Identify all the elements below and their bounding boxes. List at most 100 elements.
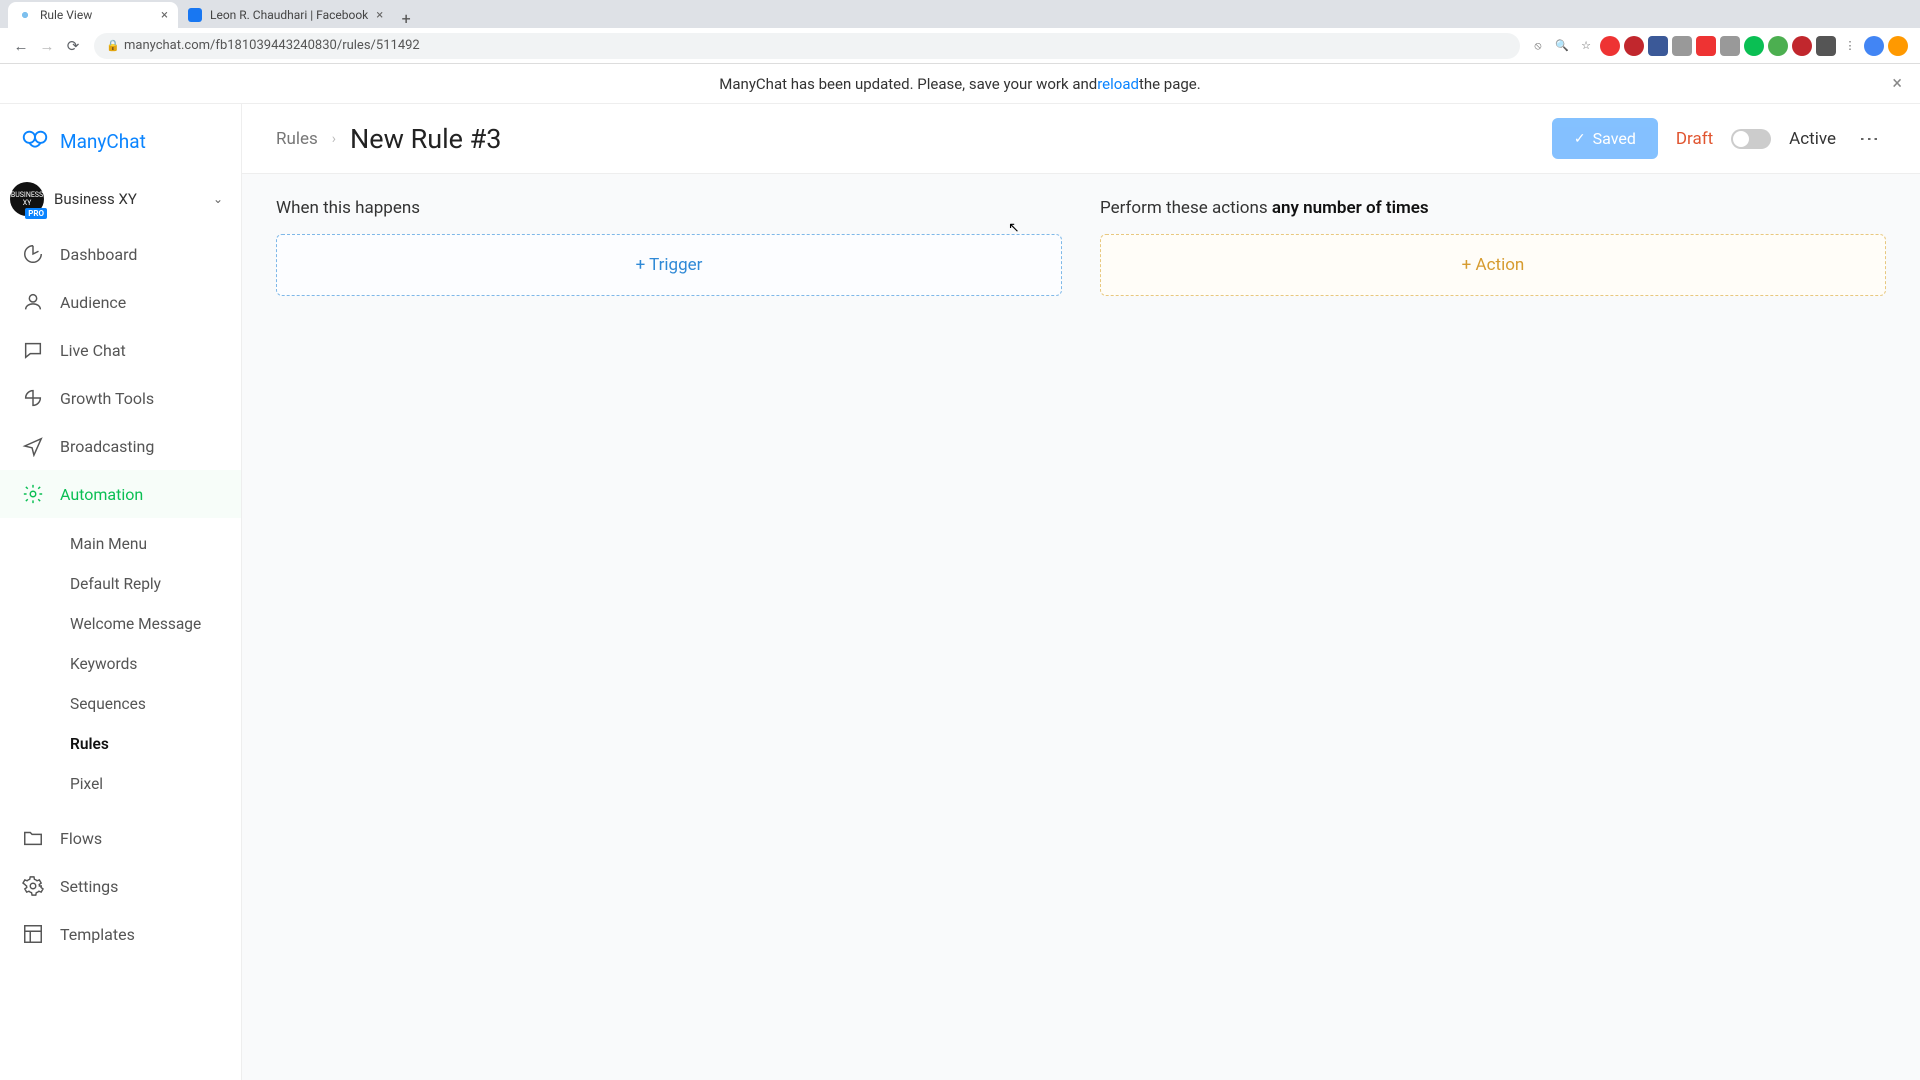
ext-icon[interactable] (1624, 36, 1644, 56)
trigger-header: When this happens (276, 198, 1062, 218)
sidebar-item-dashboard[interactable]: Dashboard (0, 230, 241, 278)
subnav-sequences[interactable]: Sequences (0, 684, 241, 724)
forward-icon: → (36, 35, 58, 57)
ext-icon[interactable] (1672, 36, 1692, 56)
subnav-keywords[interactable]: Keywords (0, 644, 241, 684)
saved-label: Saved (1593, 129, 1636, 148)
action-header: Perform these actions any number of time… (1100, 198, 1886, 218)
chat-icon (22, 339, 44, 361)
translate-icon[interactable]: ⦸ (1528, 36, 1548, 56)
sidebar-item-livechat[interactable]: Live Chat (0, 326, 241, 374)
star-icon[interactable]: ☆ (1576, 36, 1596, 56)
subnav-default-reply[interactable]: Default Reply (0, 564, 241, 604)
logo[interactable]: ManyChat (0, 116, 241, 174)
draft-active-toggle[interactable] (1731, 129, 1771, 149)
close-icon[interactable]: × (368, 8, 383, 23)
close-icon[interactable]: × (153, 8, 168, 23)
send-icon (22, 435, 44, 457)
sidebar-item-audience[interactable]: Audience (0, 278, 241, 326)
growth-icon (22, 387, 44, 409)
business-selector[interactable]: BUSINESS XY PRO Business XY ⌄ (0, 174, 241, 230)
add-trigger-button[interactable]: + Trigger (276, 234, 1062, 296)
facebook-favicon (188, 8, 202, 22)
business-avatar: BUSINESS XY PRO (10, 182, 44, 216)
manychat-logo-icon (20, 126, 50, 156)
ext-icon[interactable] (1720, 36, 1740, 56)
update-notification: ManyChat has been updated. Please, save … (0, 64, 1920, 104)
action-header-pre: Perform these actions (1100, 198, 1272, 218)
nav-label: Automation (60, 485, 143, 504)
kebab-icon[interactable]: ⋮ (1854, 129, 1886, 148)
sidebar-item-flows[interactable]: Flows (0, 814, 241, 862)
sidebar-item-templates[interactable]: Templates (0, 910, 241, 958)
check-icon: ✓ (1574, 131, 1586, 147)
lock-icon: 🔒 (106, 39, 118, 52)
business-name: Business XY (54, 190, 137, 208)
page-title[interactable]: New Rule #3 (350, 123, 501, 155)
url-input[interactable]: 🔒 manychat.com/fb181039443240830/rules/5… (94, 33, 1520, 59)
nav-label: Live Chat (60, 341, 126, 360)
browser-tab-inactive[interactable]: Leon R. Chaudhari | Facebook × (178, 2, 393, 28)
nav-label: Flows (60, 829, 102, 848)
action-column: Perform these actions any number of time… (1100, 198, 1886, 296)
ext-icon[interactable]: ⋮ (1840, 36, 1860, 56)
chevron-down-icon: ⌄ (213, 192, 223, 206)
main-content: Rules › New Rule #3 ✓ Saved Draft Active… (242, 104, 1920, 1080)
user-icon (22, 291, 44, 313)
tab-title: Leon R. Chaudhari | Facebook (210, 8, 368, 22)
subnav-pixel[interactable]: Pixel (0, 764, 241, 804)
nav-label: Settings (60, 877, 118, 896)
subnav-rules[interactable]: Rules (0, 724, 241, 764)
reload-link[interactable]: reload (1097, 75, 1139, 93)
subnav-main-menu[interactable]: Main Menu (0, 524, 241, 564)
rule-builder: When this happens + Trigger Perform thes… (242, 174, 1920, 320)
saved-button[interactable]: ✓ Saved (1552, 118, 1658, 159)
breadcrumb[interactable]: Rules (276, 129, 318, 149)
manychat-favicon (18, 8, 32, 22)
ext-icon[interactable] (1888, 36, 1908, 56)
ext-icon[interactable] (1600, 36, 1620, 56)
ext-icon[interactable] (1648, 36, 1668, 56)
url-text: manychat.com/fb181039443240830/rules/511… (124, 38, 420, 53)
notification-text: ManyChat has been updated. Please, save … (719, 75, 1097, 93)
pro-badge: PRO (25, 208, 47, 219)
nav-label: Templates (60, 925, 135, 944)
nav-label: Audience (60, 293, 126, 312)
folder-icon (22, 827, 44, 849)
nav-label: Dashboard (60, 245, 137, 264)
sidebar-item-automation[interactable]: Automation (0, 470, 241, 518)
dashboard-icon (22, 243, 44, 265)
logo-text: ManyChat (60, 130, 146, 153)
ext-icon[interactable] (1816, 36, 1836, 56)
new-tab-button[interactable]: + (393, 9, 419, 28)
main-nav: Dashboard Audience Live Chat Growth Tool… (0, 230, 241, 1080)
sidebar-item-settings[interactable]: Settings (0, 862, 241, 910)
active-label: Active (1789, 129, 1836, 149)
chevron-right-icon: › (332, 131, 336, 147)
template-icon (22, 923, 44, 945)
back-icon[interactable]: ← (10, 35, 32, 57)
notification-text: the page. (1139, 75, 1201, 93)
automation-subnav: Main Menu Default Reply Welcome Message … (0, 518, 241, 814)
ext-icon[interactable] (1792, 36, 1812, 56)
zoom-icon[interactable]: 🔍 (1552, 36, 1572, 56)
avatar-icon[interactable] (1864, 36, 1884, 56)
trigger-column: When this happens + Trigger (276, 198, 1062, 296)
sidebar-item-broadcasting[interactable]: Broadcasting (0, 422, 241, 470)
page-header: Rules › New Rule #3 ✓ Saved Draft Active… (242, 104, 1920, 174)
ext-icon[interactable] (1744, 36, 1764, 56)
subnav-welcome-message[interactable]: Welcome Message (0, 604, 241, 644)
sidebar-item-growth[interactable]: Growth Tools (0, 374, 241, 422)
ext-icon[interactable] (1696, 36, 1716, 56)
browser-tab-strip: Rule View × Leon R. Chaudhari | Facebook… (0, 0, 1920, 28)
draft-label: Draft (1676, 129, 1713, 149)
reload-icon[interactable]: ⟳ (62, 35, 84, 57)
automation-icon (22, 483, 44, 505)
close-icon[interactable]: × (1892, 73, 1902, 94)
browser-tab-active[interactable]: Rule View × (8, 2, 178, 28)
add-action-button[interactable]: + Action (1100, 234, 1886, 296)
nav-label: Broadcasting (60, 437, 154, 456)
ext-icon[interactable] (1768, 36, 1788, 56)
nav-label: Growth Tools (60, 389, 154, 408)
action-header-emph: any number of times (1272, 198, 1429, 218)
